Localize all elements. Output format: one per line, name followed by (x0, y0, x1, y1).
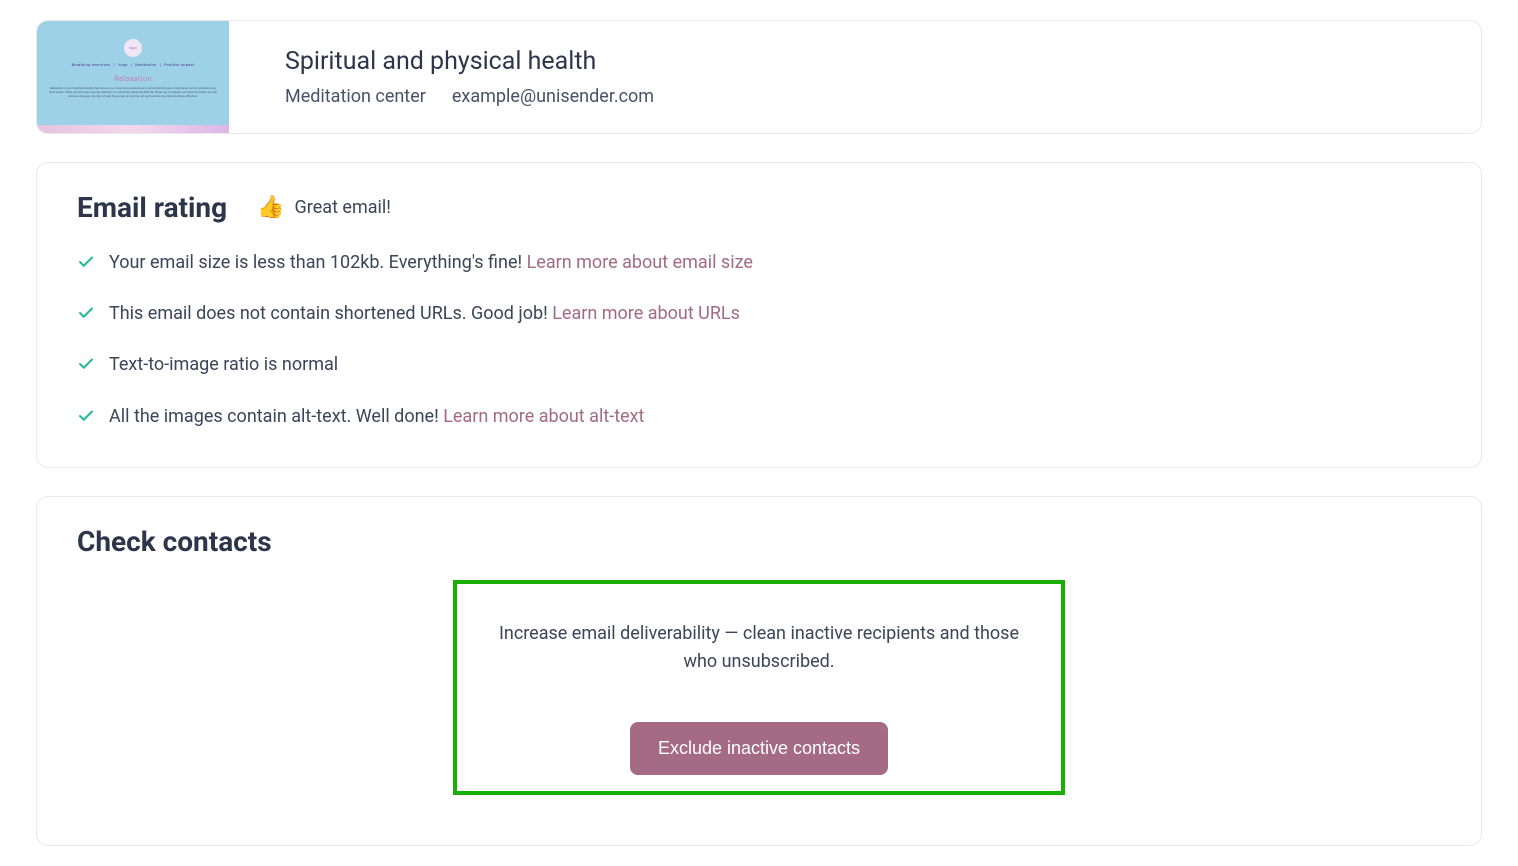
campaign-thumbnail[interactable]: logo Breathing exercises | Yoga | Medita… (37, 21, 229, 133)
deliverability-text: Increase email deliverability — clean in… (481, 620, 1037, 676)
rating-title: Email rating (77, 191, 227, 224)
thumb-nav-item: Yoga (118, 62, 128, 67)
check-icon (77, 407, 95, 425)
rating-check-item: This email does not contain shortened UR… (77, 301, 1441, 326)
rating-badge-text: Great email! (295, 197, 391, 218)
check-icon (77, 355, 95, 373)
exclude-inactive-button[interactable]: Exclude inactive contacts (630, 722, 888, 775)
thumb-logo: logo (124, 39, 142, 57)
thumb-nav-item: Positive impact (164, 62, 194, 67)
campaign-subrow: Meditation center example@unisender.com (285, 86, 654, 107)
thumb-nav-item: Breathing exercises (72, 62, 111, 67)
learn-more-link[interactable]: Learn more about email size (527, 252, 753, 273)
learn-more-link[interactable]: Learn more about alt-text (443, 406, 644, 427)
rating-check-text: All the images contain alt-text. Well do… (109, 406, 443, 427)
thumb-nav: Breathing exercises | Yoga | Meditation … (37, 63, 229, 68)
rating-check-text: This email does not contain shortened UR… (109, 303, 552, 324)
rating-check-text: Your email size is less than 102kb. Ever… (109, 252, 527, 273)
rating-check-text: Text-to-image ratio is normal (109, 354, 338, 375)
campaign-header-card: logo Breathing exercises | Yoga | Medita… (36, 20, 1482, 134)
thumb-hero-body: Relaxation is an important ability that … (49, 87, 217, 98)
thumbs-up-icon: 👍 (257, 195, 284, 220)
campaign-sender: Meditation center (285, 86, 426, 107)
rating-check-list: Your email size is less than 102kb. Ever… (77, 250, 1441, 429)
thumb-bottom-image (37, 125, 229, 133)
thumb-nav-item: Meditation (135, 62, 156, 67)
rating-header: Email rating 👍 Great email! (77, 191, 1441, 224)
thumb-hero-title: Relaxation (37, 75, 229, 83)
rating-check-item: Text-to-image ratio is normal (77, 352, 1441, 377)
campaign-email: example@unisender.com (452, 86, 654, 107)
campaign-info: Spiritual and physical health Meditation… (229, 21, 702, 133)
rating-badge: 👍 Great email! (257, 195, 391, 220)
rating-check-item: All the images contain alt-text. Well do… (77, 404, 1441, 429)
rating-check-item: Your email size is less than 102kb. Ever… (77, 250, 1441, 275)
contacts-highlight-box: Increase email deliverability — clean in… (453, 580, 1065, 795)
check-icon (77, 253, 95, 271)
learn-more-link[interactable]: Learn more about URLs (552, 303, 740, 324)
campaign-title: Spiritual and physical health (285, 47, 654, 76)
thumb-nav-sep: | (113, 62, 114, 67)
thumb-nav-sep: | (131, 62, 132, 67)
email-rating-card: Email rating 👍 Great email! Your email s… (36, 162, 1482, 468)
check-contacts-card: Check contacts Increase email deliverabi… (36, 496, 1482, 846)
contacts-title: Check contacts (77, 525, 1441, 558)
check-icon (77, 304, 95, 322)
contacts-highlight-wrap: Increase email deliverability — clean in… (77, 580, 1441, 795)
thumb-nav-sep: | (160, 62, 161, 67)
